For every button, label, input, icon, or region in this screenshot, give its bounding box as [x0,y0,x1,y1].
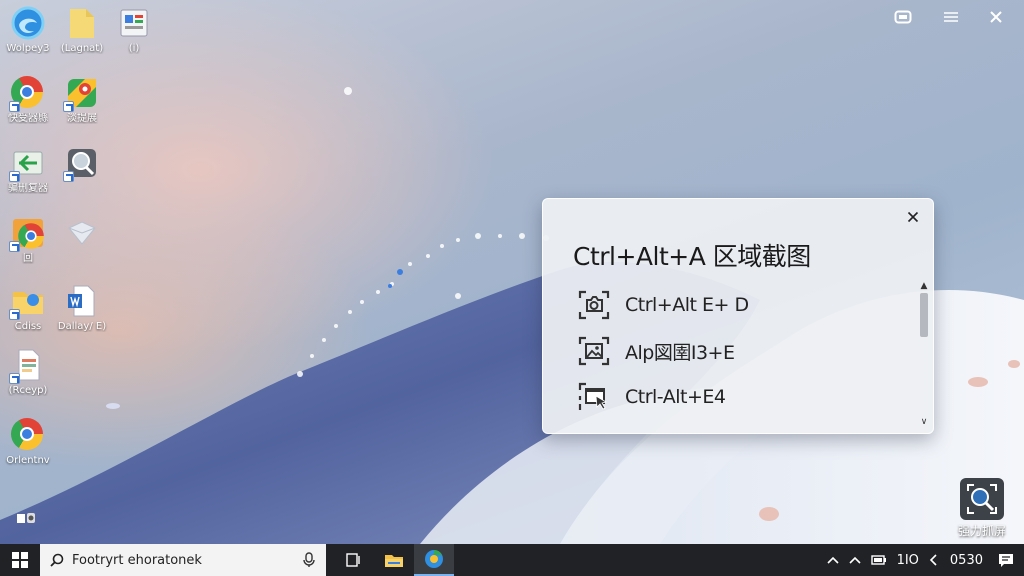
desktop-icon-label: (i) [128,43,140,54]
desktop-icon-label: (Rceyp) [8,385,48,396]
desktop-icon-capture-app[interactable]: 强力抓屏 [952,478,1012,539]
task-view-button[interactable] [334,544,374,576]
popup-item-window-capture[interactable]: Ctrl-Alt+E4 [577,380,726,414]
capture-magnifier-icon [960,478,1004,520]
tray-chevron-left[interactable] [924,544,942,576]
camera-capture-icon [577,288,611,322]
battery-button[interactable] [866,544,892,576]
system-tray: 1IO 0530 [822,544,1024,576]
popup-item-label: Ctrl-Alt+E4 [625,386,726,408]
chrome-icon [9,76,45,112]
task-view-icon [346,553,360,567]
folder-icon [65,6,99,40]
shortcut-arrow-icon [9,171,20,182]
desktop-icon-word-doc[interactable]: Dallay/ E) [54,284,110,332]
shortcut-arrow-icon [63,101,74,112]
shortcut-arrow-icon [9,309,20,320]
search-text: Footryrt ehoratonek [72,552,202,568]
chevron-left-icon [929,554,937,566]
close-icon[interactable] [985,8,1007,26]
taskbar-edge-browser[interactable] [414,544,454,576]
search-icon [50,553,64,567]
desktop-icon-edge[interactable]: Wolpey3 [0,6,56,54]
screenshot-shortcut-popup: Ctrl+Alt+A 区域截图 Ctrl+Alt E+ D Alp図圉I3+E … [542,198,934,434]
shortcut-arrow-icon [9,101,20,112]
popup-item-label: Alp図圉I3+E [625,341,735,364]
microphone-icon[interactable] [302,552,316,568]
taskbar-clock[interactable]: 0530 [942,544,993,576]
scroll-up-icon[interactable]: ▲ [918,281,930,291]
chevron-up-icon [826,556,839,564]
magnifier-icon [63,146,99,182]
document-icon [9,348,45,384]
screen-capture-icon[interactable] [892,8,914,26]
desktop-wallpaper: Wolpey3 快受器縣 骗删复器 回 Cdiss (Rceyp) Orlent… [0,0,1024,544]
desktop-icon-maps[interactable]: 淡提展 [54,76,110,124]
desktop-icon-box[interactable] [54,216,110,253]
popup-scrollbar[interactable]: ▲ ∨ [918,281,930,429]
chrome-icon [11,418,45,452]
scroll-down-icon[interactable]: ∨ [918,417,930,427]
shortcut-arrow-icon [9,241,20,252]
desktop-icon-document[interactable]: (Rceyp) [0,348,56,396]
taskbar: Footryrt ehoratonek 1IO 0530 [0,544,1024,576]
transfer-app-icon [9,146,45,182]
desktop-icon-label: Dallay/ E) [57,321,107,332]
tray-chevron-2[interactable] [844,544,866,576]
chevron-up-icon [848,556,861,564]
menu-icon[interactable] [940,8,962,26]
editor-app-icon [117,6,151,40]
desktop-icon-editor[interactable]: (i) [106,6,162,54]
notification-chevron[interactable] [822,544,844,576]
capture-app-label: 强力抓屏 [957,524,1006,538]
chrome-icon [9,216,45,252]
desktop-icon-label: Orlentnv [6,455,50,466]
shortcut-arrow-icon [9,373,20,384]
scrollbar-thumb[interactable] [920,293,928,337]
desktop-icon-label: 回 [23,253,33,264]
popup-close-icon[interactable] [903,207,923,227]
popup-item-label: Ctrl+Alt E+ D [625,294,749,316]
popup-item-region-capture[interactable]: Ctrl+Alt E+ D [577,288,749,322]
taskbar-file-explorer[interactable] [374,544,414,576]
battery-icon [870,555,886,565]
start-button[interactable] [0,544,40,576]
desktop-icon-folder[interactable]: (Lagnat) [54,6,110,54]
word-document-icon [65,284,99,318]
file-explorer-icon [385,555,403,567]
image-capture-icon [577,334,611,368]
desktop-icon-folder-photos[interactable]: Cdiss [0,284,56,332]
box-icon [65,216,99,250]
popup-item-image-capture[interactable]: Alp図圉I3+E [577,334,735,368]
small-camera-icon [16,510,36,524]
desktop-icon-label: Wolpey3 [6,43,50,54]
desktop-icon-label: 淡提展 [67,113,97,124]
edge-icon [425,550,443,568]
window-capture-icon [577,380,611,414]
desktop-icon-chrome-1[interactable]: 快受器縣 [0,76,56,124]
maps-icon [63,76,99,112]
desktop-icon-label: 骗删复器 [8,183,48,194]
desktop-icon-transfer[interactable]: 骗删复器 [0,146,56,194]
shortcut-arrow-icon [63,171,74,182]
desktop-icon-chrome-2[interactable]: 回 [0,216,56,264]
desktop-icon-label: 快受器縣 [8,113,48,124]
windows-logo-icon [12,552,28,568]
folder-icon [9,284,45,320]
desktop-icon-screenshot-tool[interactable] [54,146,110,183]
desktop-icon-chrome-3[interactable]: Orlentnv [0,418,56,466]
desktop-icon-label: (Lagnat) [60,43,104,54]
notification-icon [999,554,1013,567]
popup-title: Ctrl+Alt+A 区域截图 [573,242,811,271]
taskbar-search-box[interactable]: Footryrt ehoratonek [40,544,326,576]
tray-status-text: 1IO [896,552,919,568]
desktop-icon-label: Cdiss [14,321,42,332]
action-center-button[interactable] [993,544,1024,576]
edge-icon [11,6,45,40]
